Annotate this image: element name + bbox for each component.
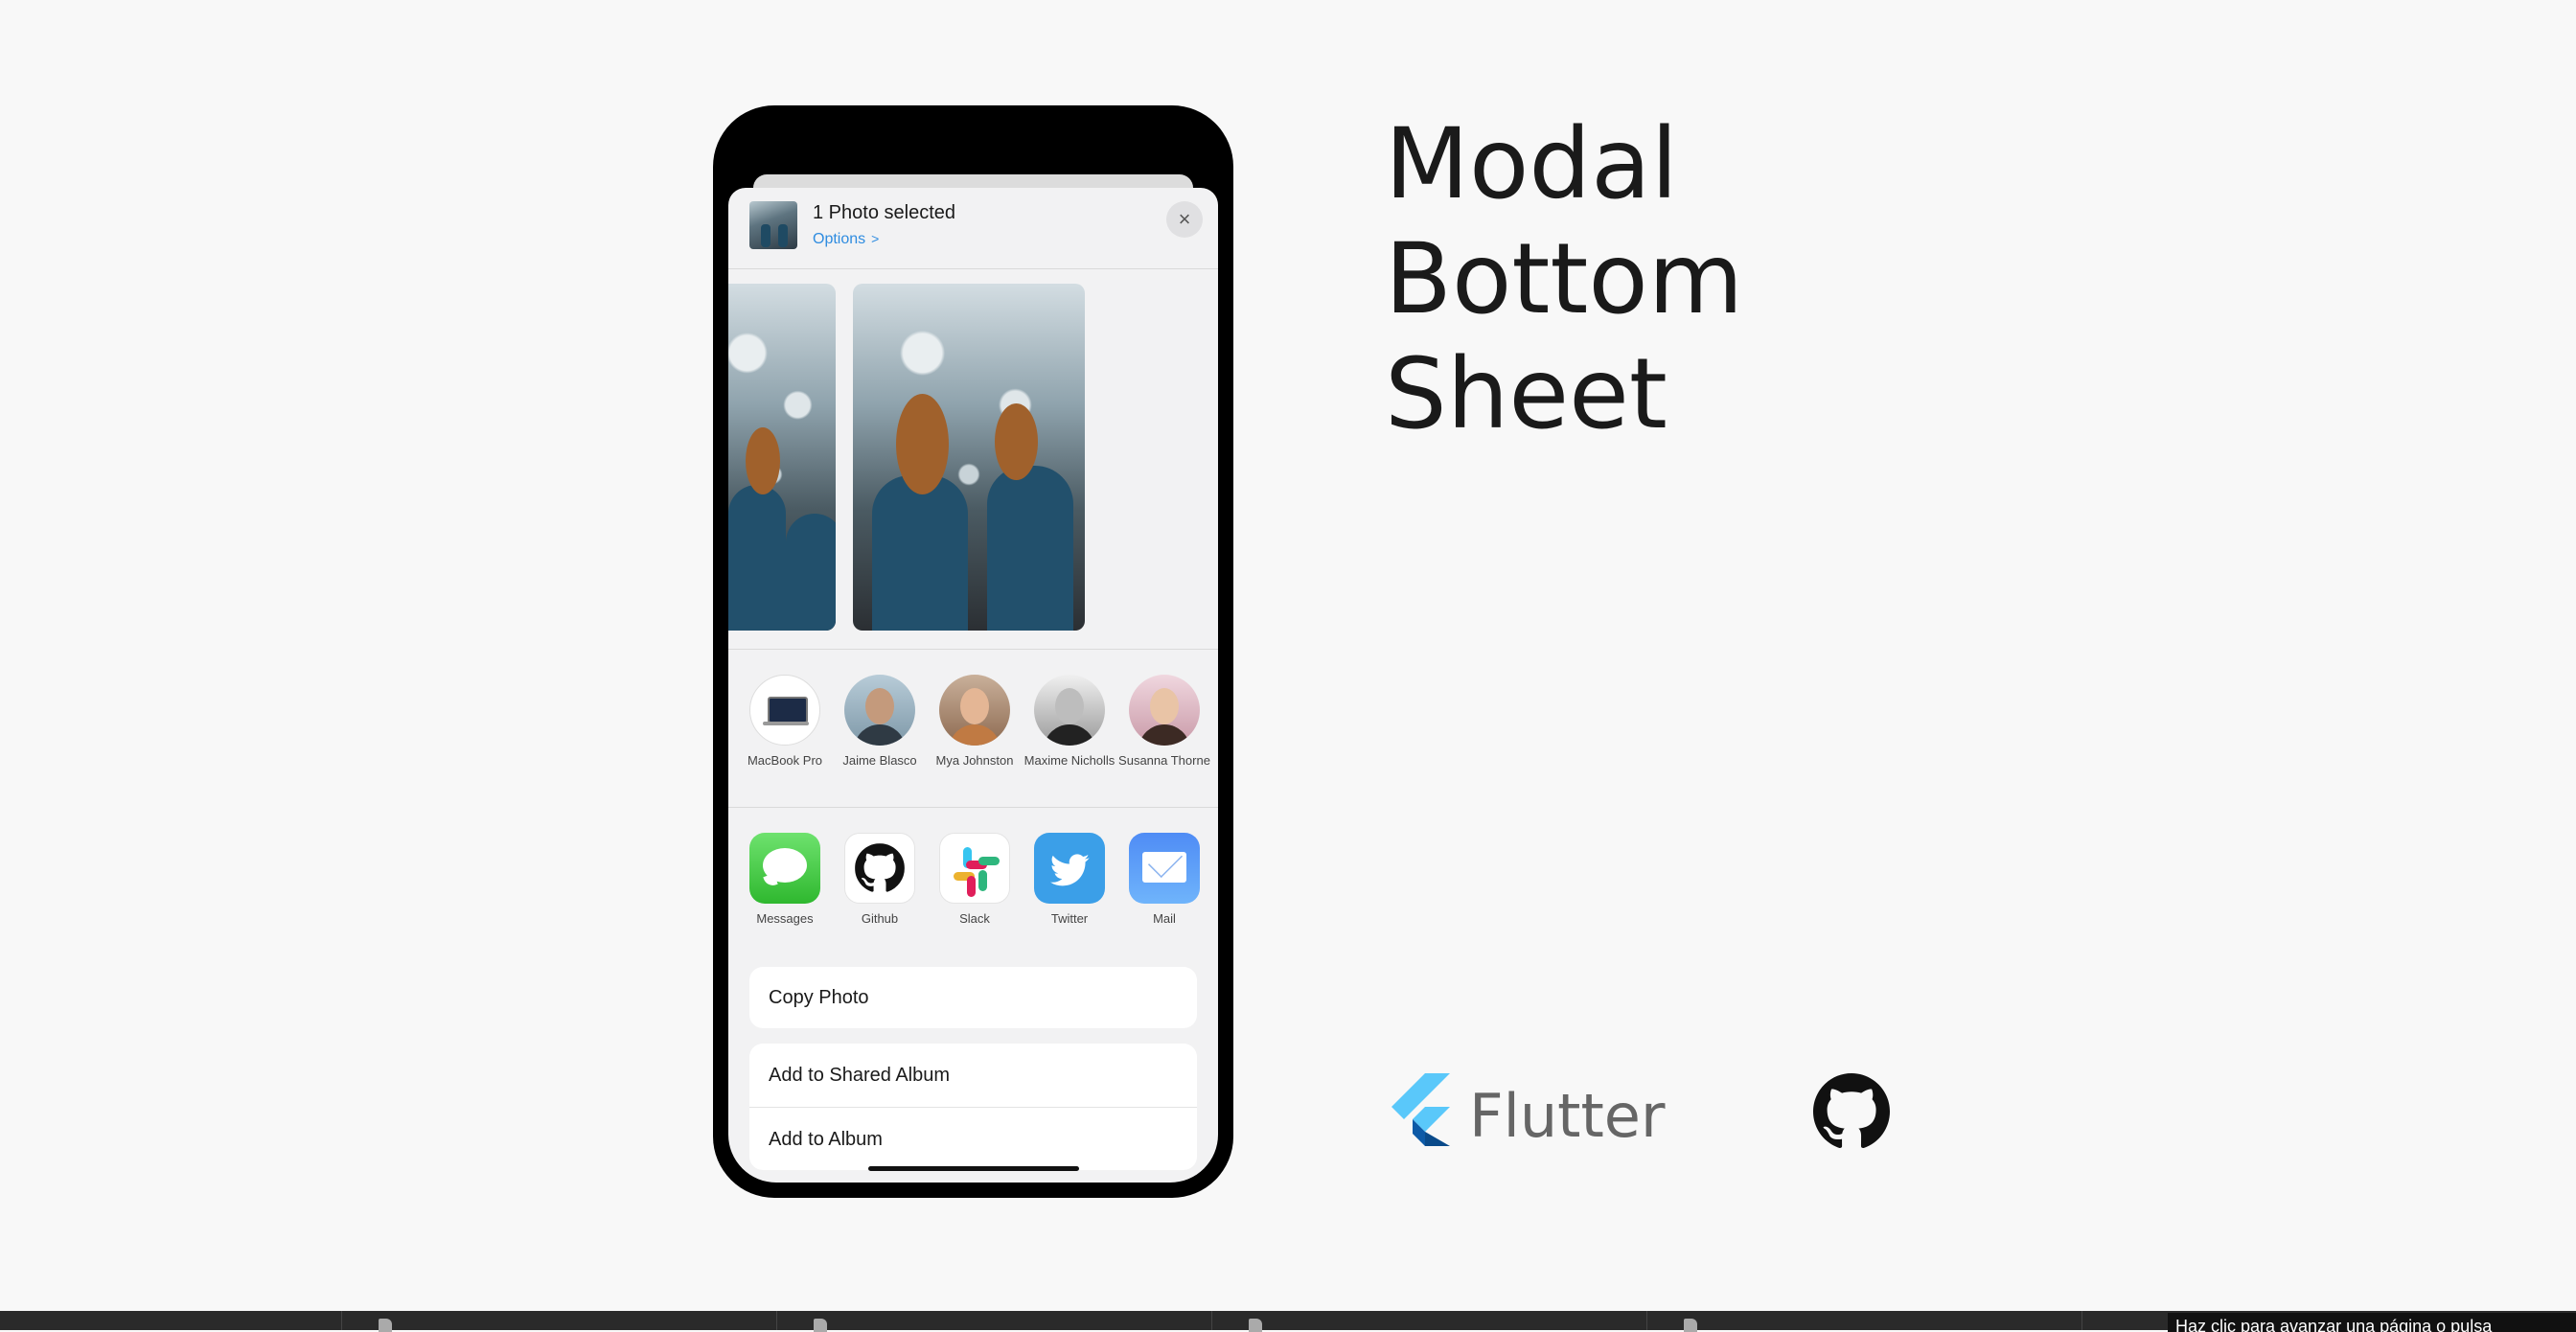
app-slack[interactable]: Slack bbox=[927, 833, 1023, 926]
contact-maxime-nicholls[interactable]: Maxime Nicholls bbox=[1022, 675, 1117, 769]
github-icon[interactable] bbox=[1813, 1073, 1890, 1150]
avatar bbox=[1034, 675, 1105, 746]
album-actions-group: Add to Shared Album Add to Album bbox=[749, 1044, 1197, 1170]
laptop-icon bbox=[749, 675, 820, 746]
avatar bbox=[844, 675, 915, 746]
github-icon bbox=[844, 833, 915, 904]
options-link[interactable]: Options > bbox=[813, 231, 879, 248]
page-title-line: Bottom bbox=[1385, 222, 1744, 336]
app-mail[interactable]: Mail bbox=[1116, 833, 1212, 926]
add-to-shared-album-action[interactable]: Add to Shared Album bbox=[749, 1044, 1197, 1108]
photo-item[interactable] bbox=[728, 284, 836, 631]
taskbar-item[interactable] bbox=[776, 1311, 827, 1332]
taskbar-item[interactable] bbox=[341, 1311, 392, 1332]
app-twitter[interactable]: Twitter bbox=[1022, 833, 1117, 926]
contact-name: Susanna Thorne bbox=[1118, 753, 1210, 768]
contact-name: Mya Johnston bbox=[935, 753, 1014, 768]
contact-jaime-blasco[interactable]: Jaime Blasco bbox=[832, 675, 928, 769]
sheet-header: 1 Photo selected Options > × bbox=[728, 188, 1218, 269]
slack-icon bbox=[939, 833, 1010, 904]
copy-photo-action[interactable]: Copy Photo bbox=[749, 967, 1197, 1028]
sheet-title: 1 Photo selected bbox=[813, 202, 955, 223]
mail-icon bbox=[1129, 833, 1200, 904]
apps-row: Messages Github Slack Twitter Mail bbox=[728, 808, 1218, 938]
page-title-line: Modal bbox=[1385, 107, 1678, 221]
flutter-logo-icon[interactable] bbox=[1385, 1073, 1450, 1146]
messages-icon bbox=[749, 833, 820, 904]
add-to-album-action[interactable]: Add to Album bbox=[749, 1108, 1197, 1170]
flutter-label[interactable]: Flutter bbox=[1469, 1081, 1665, 1151]
app-name: Twitter bbox=[1050, 911, 1089, 926]
contact-mya-johnston[interactable]: Mya Johnston bbox=[927, 675, 1023, 769]
options-label: Options bbox=[813, 231, 866, 247]
modal-bottom-sheet: 1 Photo selected Options > × MacBook Pro… bbox=[728, 188, 1218, 1183]
page-title-line: Sheet bbox=[1385, 337, 1668, 451]
home-indicator bbox=[867, 1166, 1079, 1171]
app-name: Mail bbox=[1153, 911, 1176, 926]
contact-susanna-thorne[interactable]: Susanna Thorne bbox=[1116, 675, 1212, 769]
photo-carousel[interactable] bbox=[728, 269, 1218, 650]
contacts-row: MacBook Pro Jaime Blasco Mya Johnston Ma… bbox=[728, 650, 1218, 808]
close-button[interactable]: × bbox=[1166, 201, 1203, 238]
photo-item-selected[interactable] bbox=[853, 284, 1085, 631]
contact-name: Jaime Blasco bbox=[842, 753, 917, 768]
app-name: Slack bbox=[959, 911, 990, 926]
app-name: Github bbox=[861, 911, 899, 926]
taskbar-item[interactable] bbox=[1646, 1311, 1697, 1332]
phone-frame: 1 Photo selected Options > × MacBook Pro… bbox=[713, 105, 1233, 1198]
contact-macbook-pro[interactable]: MacBook Pro bbox=[737, 675, 833, 769]
page-title: Modal Bottom Sheet bbox=[1385, 107, 1743, 452]
phone-screen: 1 Photo selected Options > × MacBook Pro… bbox=[728, 121, 1218, 1183]
contact-name: MacBook Pro bbox=[747, 753, 823, 768]
twitter-icon bbox=[1034, 833, 1105, 904]
app-name: Messages bbox=[756, 911, 814, 926]
app-messages[interactable]: Messages bbox=[737, 833, 833, 926]
contact-name: Maxime Nicholls bbox=[1024, 753, 1116, 768]
selected-photo-thumbnail bbox=[749, 201, 797, 249]
taskbar-tooltip: Haz clic para avanzar una página o pulsa bbox=[2168, 1313, 2576, 1332]
taskbar-item[interactable] bbox=[1211, 1311, 1262, 1332]
avatar bbox=[939, 675, 1010, 746]
chevron-right-icon: > bbox=[871, 231, 880, 246]
app-github[interactable]: Github bbox=[832, 833, 928, 926]
avatar bbox=[1129, 675, 1200, 746]
close-icon: × bbox=[1178, 207, 1191, 231]
